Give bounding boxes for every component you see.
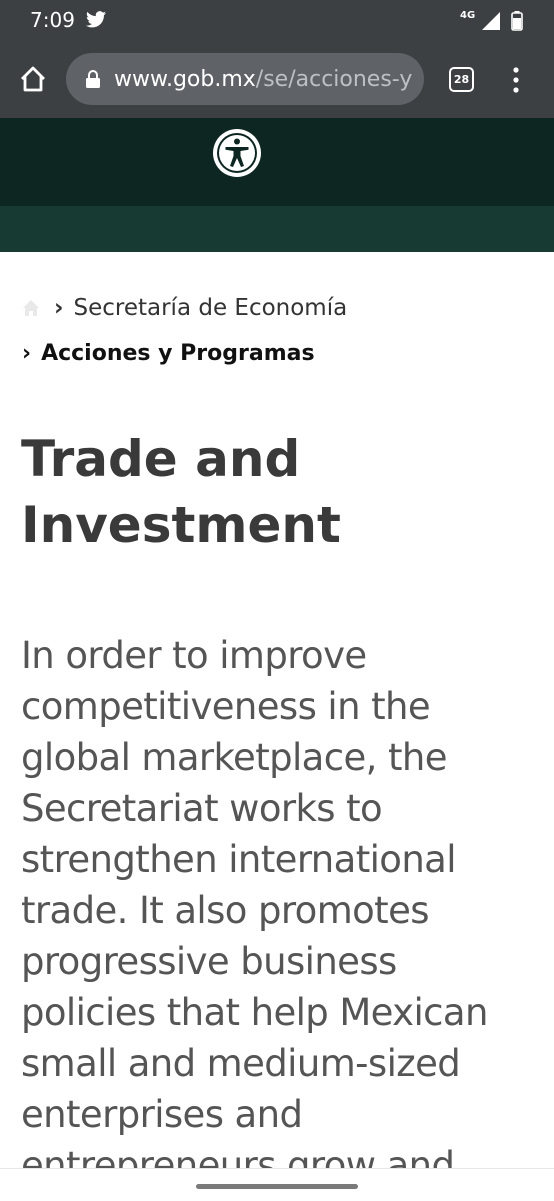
navigation-bar	[0, 1168, 554, 1201]
breadcrumb-item[interactable]: › Secretaría de Economía	[54, 295, 347, 321]
intro-paragraph: In order to improve competitiveness in t…	[21, 634, 488, 1170]
home-icon[interactable]	[18, 64, 48, 94]
more-vert-icon[interactable]	[507, 65, 525, 95]
site-subheader	[0, 206, 554, 252]
url-host: www.gob.mx	[114, 67, 256, 92]
breadcrumb-item-current[interactable]: › Acciones y Programas	[22, 341, 315, 366]
signal-icon	[482, 12, 500, 35]
url-bar[interactable]: www.gob.mx/se/acciones-y	[66, 53, 424, 105]
intro-container: In order to improve competitiveness in t…	[21, 630, 541, 1170]
site-header	[0, 118, 554, 206]
url-text: www.gob.mx/se/acciones-y	[114, 67, 412, 92]
lock-icon	[85, 69, 101, 94]
page-title: Trade and Investment	[21, 430, 341, 554]
status-bar: 7:09 4G	[0, 0, 554, 40]
chevron-right-icon: ›	[22, 341, 32, 366]
url-path: /se/acciones-y	[255, 67, 413, 92]
breadcrumb-label: Acciones y Programas	[41, 341, 315, 366]
accessibility-icon[interactable]	[212, 128, 262, 178]
battery-icon	[511, 11, 523, 36]
status-time: 7:09	[30, 8, 75, 32]
tabs-icon[interactable]: 28	[449, 67, 474, 92]
browser-toolbar: www.gob.mx/se/acciones-y 28	[0, 40, 554, 118]
chevron-right-icon: ›	[54, 295, 64, 321]
twitter-icon	[86, 11, 106, 33]
network-type: 4G	[460, 10, 476, 21]
breadcrumb-label: Secretaría de Economía	[73, 295, 348, 321]
gesture-handle[interactable]	[196, 1184, 358, 1189]
home-icon[interactable]	[21, 298, 41, 323]
